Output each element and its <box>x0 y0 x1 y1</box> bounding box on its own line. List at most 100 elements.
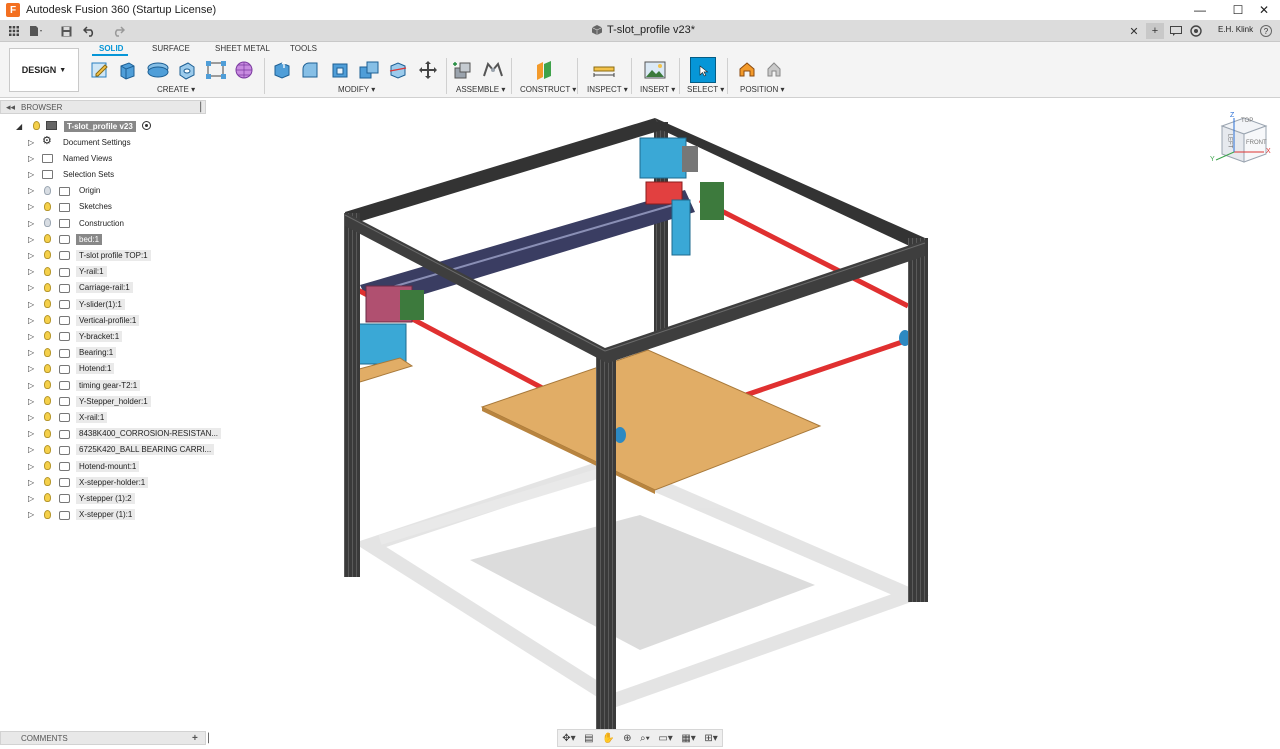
offset-plane-icon[interactable] <box>534 60 554 80</box>
browser-item-label[interactable]: timing gear-T2:1 <box>76 379 141 391</box>
visibility-bulb-icon[interactable] <box>44 331 51 341</box>
browser-item-label[interactable]: Y-slider(1):1 <box>76 298 125 310</box>
file-menu-icon[interactable] <box>28 23 44 39</box>
expand-arrow-icon[interactable]: ▷ <box>28 202 34 211</box>
panel-resize-handle[interactable]: ▕ <box>194 102 201 113</box>
browser-item[interactable]: ▷ X-stepper-holder:1 <box>0 474 208 490</box>
visibility-bulb-icon[interactable] <box>44 412 51 422</box>
workspace-switcher-button[interactable]: DESIGN ▼ <box>9 48 79 92</box>
visibility-bulb-icon[interactable] <box>44 266 51 276</box>
browser-item-label[interactable]: 8438K400_CORROSION-RESISTAN... <box>76 428 222 440</box>
viewcube-left-face[interactable]: LEFT <box>1226 134 1232 149</box>
visibility-bulb-icon[interactable] <box>33 121 40 130</box>
expand-arrow-icon[interactable]: ▷ <box>28 154 34 163</box>
group-label-insert[interactable]: INSERT ▾ <box>640 85 675 94</box>
pattern-icon[interactable] <box>205 60 227 80</box>
browser-root-node[interactable]: ◢ T-slot_profile v23 <box>0 118 208 134</box>
printer-model-render[interactable] <box>210 98 1280 732</box>
zoom-icon[interactable]: ⊕ <box>623 733 631 744</box>
visibility-bulb-icon[interactable] <box>44 461 51 470</box>
expand-arrow-icon[interactable]: ▷ <box>28 445 34 454</box>
user-name[interactable]: E.H. Klink <box>1218 25 1253 34</box>
visibility-bulb-icon[interactable] <box>44 234 51 244</box>
form-icon[interactable] <box>234 60 254 80</box>
viewcube-front-face[interactable]: FRONT <box>1246 140 1267 146</box>
press-pull-icon[interactable] <box>272 60 292 80</box>
browser-item-label[interactable]: Named Views <box>60 153 115 164</box>
visibility-bulb-icon[interactable] <box>44 396 51 406</box>
expand-arrow-icon[interactable]: ▷ <box>28 381 34 390</box>
comments-panel-header[interactable]: COMMENTS + ▕ <box>0 731 209 745</box>
revolve-icon[interactable] <box>146 60 170 80</box>
visibility-bulb-icon[interactable] <box>44 444 51 454</box>
browser-item-label[interactable]: Construction <box>76 218 127 229</box>
browser-item[interactable]: ▷ timing gear-T2:1 <box>0 377 208 393</box>
viewcube-top-face[interactable]: TOP <box>1241 118 1253 124</box>
visibility-bulb-icon[interactable] <box>44 282 51 292</box>
expand-arrow-icon[interactable]: ▷ <box>28 397 34 406</box>
hole-icon[interactable] <box>177 60 197 80</box>
browser-item[interactable]: ▷ Y-slider(1):1 <box>0 296 208 312</box>
data-panel-grid-icon[interactable] <box>6 23 22 39</box>
browser-item-label[interactable]: Bearing:1 <box>76 347 117 359</box>
grid-icon[interactable]: ▦▾ <box>681 733 695 744</box>
new-tab-button[interactable]: + <box>1146 23 1164 39</box>
group-label-select[interactable]: SELECT ▾ <box>687 85 724 94</box>
panel-resize-handle[interactable]: ▕ <box>202 733 209 744</box>
create-sketch-icon[interactable] <box>90 60 110 80</box>
new-component-icon[interactable] <box>452 60 474 80</box>
browser-item[interactable]: ▷ Carriage-rail:1 <box>0 280 208 296</box>
browser-item-label[interactable]: X-rail:1 <box>76 411 108 423</box>
browser-item-label[interactable]: Vertical-profile:1 <box>76 314 140 326</box>
browser-item[interactable]: ▷ bed:1 <box>0 231 208 247</box>
browser-item[interactable]: ▷ 8438K400_CORROSION-RESISTAN... <box>0 426 222 442</box>
browser-item-label[interactable]: Y-stepper (1):2 <box>76 492 135 504</box>
expand-arrow-icon[interactable]: ▷ <box>28 219 34 228</box>
visibility-bulb-icon[interactable] <box>44 218 51 227</box>
browser-item[interactable]: ▷ Y-rail:1 <box>0 264 208 280</box>
add-comment-button[interactable]: + <box>192 733 198 744</box>
expand-arrow-icon[interactable]: ▷ <box>28 316 34 325</box>
expand-arrow-icon[interactable]: ▷ <box>28 510 34 519</box>
revert-position-icon[interactable] <box>764 60 784 80</box>
browser-item-label[interactable]: Document Settings <box>60 137 134 148</box>
browser-item-label[interactable]: Origin <box>76 185 103 196</box>
expand-arrow-icon[interactable]: ▷ <box>28 364 34 373</box>
browser-item[interactable]: ▷ ⚙ Document Settings <box>0 134 208 150</box>
browser-item[interactable]: ▷ Named Views <box>0 150 208 166</box>
visibility-bulb-icon[interactable] <box>44 509 51 519</box>
shell-icon[interactable] <box>330 60 350 80</box>
split-body-icon[interactable] <box>388 60 408 80</box>
visibility-bulb-icon[interactable] <box>44 185 51 195</box>
browser-item[interactable]: ▷ Origin <box>0 183 208 199</box>
visibility-bulb-icon[interactable] <box>44 315 51 325</box>
browser-header[interactable]: ◂◂ BROWSER ▕ <box>0 100 206 114</box>
redo-icon[interactable] <box>110 23 126 39</box>
3d-viewport[interactable] <box>210 98 1280 732</box>
root-label[interactable]: T-slot_profile v23 <box>64 120 136 132</box>
tab-surface[interactable]: SURFACE <box>152 44 190 53</box>
expand-arrow-icon[interactable]: ▷ <box>28 267 34 276</box>
extrude-icon[interactable] <box>117 60 137 80</box>
visibility-bulb-icon[interactable] <box>44 477 51 487</box>
orbit-icon[interactable]: ✥▾ <box>562 733 575 744</box>
visibility-bulb-icon[interactable] <box>44 428 51 438</box>
viewports-icon[interactable]: ⊞▾ <box>704 733 717 744</box>
browser-item-label[interactable]: Hotend:1 <box>76 363 115 375</box>
tab-solid[interactable]: SOLID <box>99 44 123 53</box>
browser-item[interactable]: ▷ Construction <box>0 215 208 231</box>
browser-item[interactable]: ▷ T-slot profile TOP:1 <box>0 247 208 263</box>
display-settings-icon[interactable]: ▭▾ <box>658 733 672 744</box>
browser-item-label[interactable]: X-stepper (1):1 <box>76 509 136 521</box>
viewcube[interactable]: TOP LEFT FRONT Z X Y <box>1208 112 1274 170</box>
browser-item[interactable]: ▷ X-rail:1 <box>0 409 208 425</box>
tab-sheet-metal[interactable]: SHEET METAL <box>215 44 270 53</box>
browser-item[interactable]: ▷ X-stepper (1):1 <box>0 507 208 523</box>
help-icon[interactable]: ? <box>1260 25 1272 37</box>
look-at-icon[interactable]: ▤ <box>584 733 593 744</box>
browser-item[interactable]: ▷ Bearing:1 <box>0 345 208 361</box>
fillet-icon[interactable] <box>300 60 320 80</box>
browser-item-label[interactable]: 6725K420_BALL BEARING CARRI... <box>76 444 215 456</box>
collapse-arrows-icon[interactable]: ◂◂ <box>6 102 15 113</box>
browser-item[interactable]: ▷ Vertical-profile:1 <box>0 312 208 328</box>
